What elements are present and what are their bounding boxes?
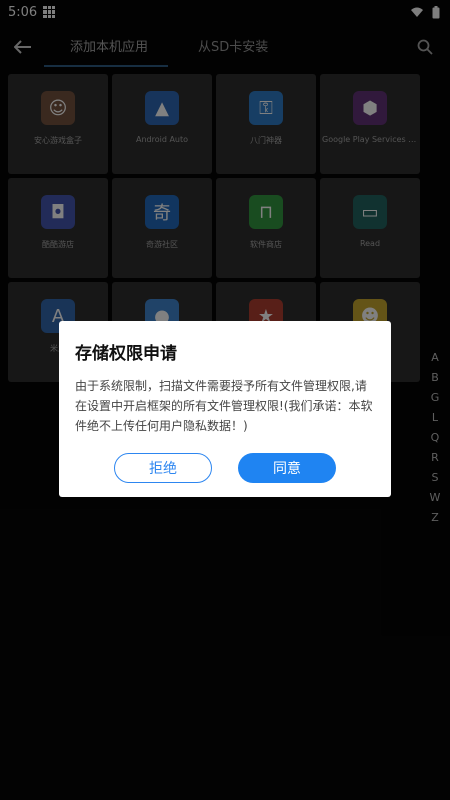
dialog-title: 存储权限申请 (75, 344, 177, 364)
screen: 5:06 添加本机应用 从SD卡安装 ☺ 安心游戏盒子 ▲ Android Au… (0, 0, 450, 800)
dialog-body: 由于系统限制，扫描文件需要授予所有文件管理权限,请在设置中开启框架的所有文件管理… (75, 379, 373, 433)
storage-permission-dialog: 存储权限申请 由于系统限制，扫描文件需要授予所有文件管理权限,请在设置中开启框架… (59, 321, 391, 497)
dialog-actions: 拒绝 同意 (59, 453, 391, 483)
refuse-button[interactable]: 拒绝 (114, 453, 212, 483)
agree-button[interactable]: 同意 (238, 453, 336, 483)
